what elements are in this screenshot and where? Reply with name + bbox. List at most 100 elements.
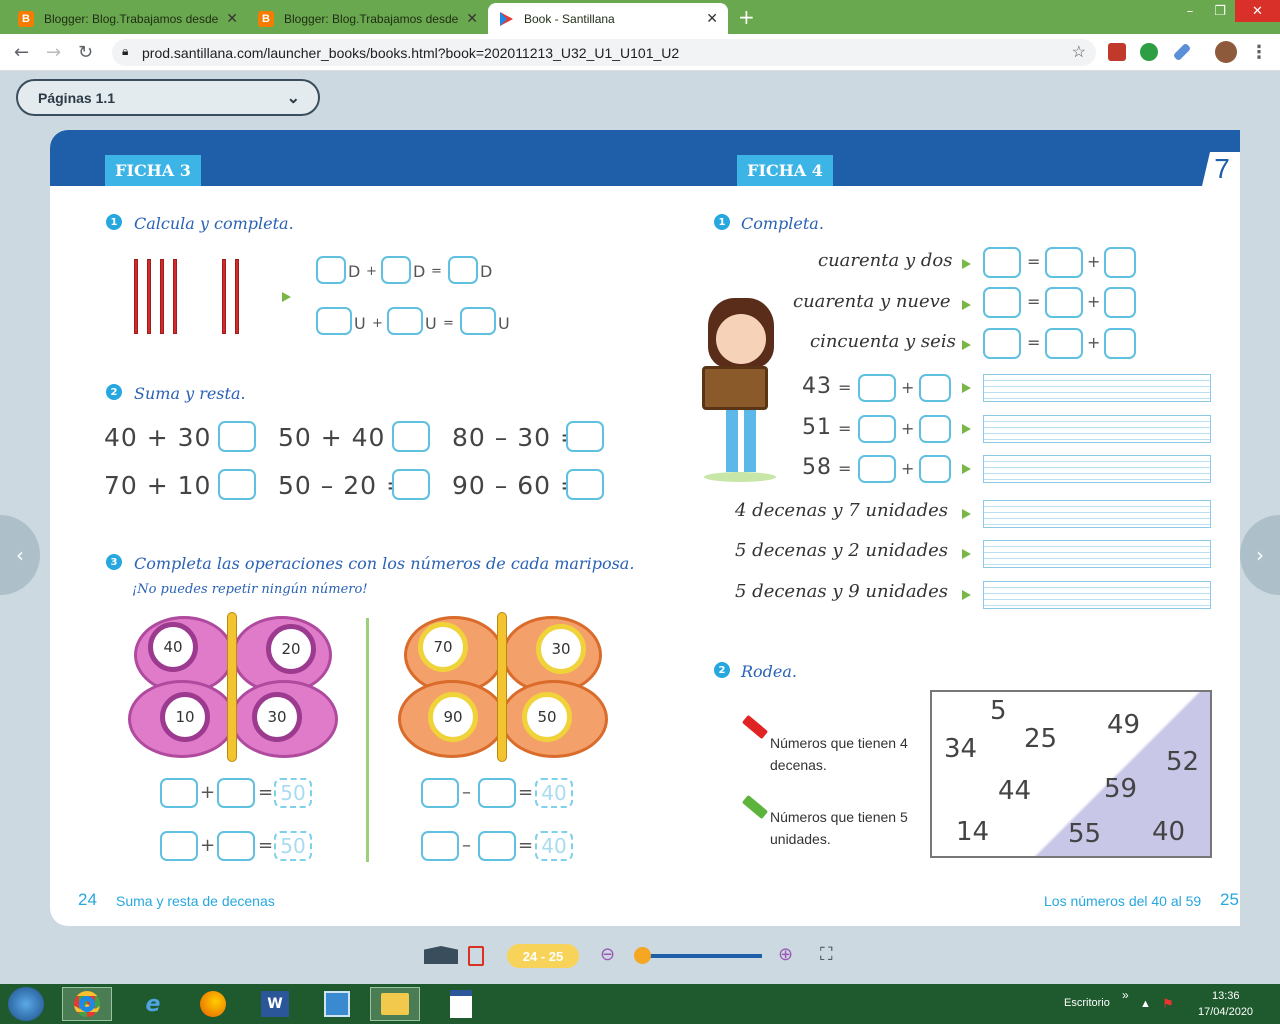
minimize-button[interactable]: –	[1175, 0, 1205, 22]
question-title: Completa las operaciones con los números…	[134, 554, 635, 573]
answer-box[interactable]	[160, 778, 198, 808]
book-view-icon[interactable]	[424, 946, 458, 964]
zoom-out-icon[interactable]: ⊖	[600, 944, 615, 965]
operation: 50 – 20 =	[278, 471, 408, 500]
tab-blogger-2[interactable]: B Blogger: Blog.Trabajamos desde ✕	[248, 3, 488, 34]
prev-page-arrow[interactable]: ‹	[0, 515, 40, 595]
answer-box[interactable]	[919, 455, 951, 483]
pdf-extension-icon[interactable]	[1108, 43, 1126, 61]
url-bar[interactable]: 🔒︎ prod.santillana.com/launcher_books/bo…	[112, 39, 1096, 66]
answer-box[interactable]	[460, 307, 496, 335]
answer-box[interactable]	[478, 778, 516, 808]
board-number[interactable]: 34	[944, 734, 977, 764]
writing-lines[interactable]	[983, 500, 1211, 528]
answer-box[interactable]	[1104, 328, 1136, 359]
new-tab-button[interactable]: +	[738, 5, 755, 29]
notes-taskbar-icon[interactable]	[312, 987, 362, 1021]
desktop-toolbar-label[interactable]: Escritorio	[1064, 997, 1110, 1009]
clock-date[interactable]: 17/04/2020	[1198, 1006, 1253, 1018]
answer-box[interactable]	[566, 421, 604, 452]
clock-time[interactable]: 13:36	[1212, 990, 1240, 1002]
answer-box[interactable]	[381, 256, 411, 284]
answer-box[interactable]	[421, 831, 459, 861]
start-button-icon[interactable]	[8, 987, 44, 1021]
pdf-icon[interactable]	[468, 946, 484, 966]
answer-box[interactable]	[983, 328, 1021, 359]
answer-box[interactable]	[858, 374, 896, 402]
close-tab-icon[interactable]: ✕	[466, 10, 478, 27]
zoom-in-icon[interactable]: ⊕	[778, 944, 793, 965]
answer-box[interactable]	[919, 374, 951, 402]
answer-box[interactable]	[448, 256, 478, 284]
answer-box[interactable]	[160, 831, 198, 861]
answer-box[interactable]	[1045, 287, 1083, 318]
board-number[interactable]: 5	[990, 696, 1007, 726]
board-number[interactable]: 14	[956, 817, 989, 847]
shield-extension-icon[interactable]	[1140, 43, 1158, 61]
close-window-button[interactable]: ✕	[1235, 0, 1280, 22]
page-range-badge[interactable]: 24 - 25	[507, 944, 579, 968]
answer-box[interactable]	[218, 469, 256, 500]
chrome-taskbar-icon[interactable]	[62, 987, 112, 1021]
zoom-slider-handle[interactable]	[634, 947, 652, 964]
board-number[interactable]: 59	[1104, 774, 1137, 804]
fullscreen-icon[interactable]: ⛶	[820, 944, 833, 965]
answer-box[interactable]	[1104, 247, 1136, 278]
board-number[interactable]: 49	[1107, 710, 1140, 740]
answer-box[interactable]	[478, 831, 516, 861]
board-number[interactable]: 40	[1152, 817, 1185, 847]
chevron-right-icon[interactable]: »	[1122, 988, 1129, 1002]
answer-box[interactable]	[387, 307, 423, 335]
answer-box[interactable]	[392, 469, 430, 500]
explorer-taskbar-icon[interactable]	[370, 987, 420, 1021]
writing-lines[interactable]	[983, 455, 1211, 483]
maximize-button[interactable]: ❐	[1205, 0, 1235, 22]
answer-box[interactable]	[858, 455, 896, 483]
answer-box[interactable]	[217, 831, 255, 861]
answer-box[interactable]	[316, 307, 352, 335]
reload-icon[interactable]: ↻	[78, 42, 93, 63]
forward-icon[interactable]: →	[46, 42, 61, 63]
back-icon[interactable]: ←	[14, 42, 29, 63]
answer-box[interactable]	[566, 469, 604, 500]
answer-box[interactable]	[217, 778, 255, 808]
answer-box[interactable]	[983, 287, 1021, 318]
answer-box[interactable]	[421, 778, 459, 808]
writing-lines[interactable]	[983, 581, 1211, 609]
writing-lines[interactable]	[983, 540, 1211, 568]
board-number[interactable]: 44	[998, 776, 1031, 806]
board-number[interactable]: 55	[1068, 819, 1101, 849]
board-number[interactable]: 52	[1166, 747, 1199, 777]
pen-extension-icon[interactable]	[1172, 42, 1192, 62]
close-tab-icon[interactable]: ✕	[706, 10, 718, 27]
tab-blogger-1[interactable]: B Blogger: Blog.Trabajamos desde ✕	[8, 3, 248, 34]
page-selector[interactable]: Páginas 1.1 ⌄	[16, 79, 320, 116]
answer-box[interactable]	[316, 256, 346, 284]
writing-lines[interactable]	[983, 415, 1211, 443]
menu-kebab-icon[interactable]: ⋮	[1250, 42, 1268, 63]
tray-up-arrow-icon[interactable]: ▲	[1140, 998, 1151, 1010]
close-tab-icon[interactable]: ✕	[226, 10, 238, 27]
firefox-taskbar-icon[interactable]	[188, 987, 238, 1021]
document-taskbar-icon[interactable]	[436, 987, 486, 1021]
board-number[interactable]: 25	[1024, 724, 1057, 754]
answer-box[interactable]	[858, 415, 896, 443]
question-title: Calcula y completa.	[134, 214, 294, 233]
answer-box[interactable]	[218, 421, 256, 452]
tab-santillana[interactable]: Book - Santillana ✕	[488, 3, 728, 34]
answer-box[interactable]	[919, 415, 951, 443]
ie-taskbar-icon[interactable]: e	[128, 987, 178, 1021]
writing-lines[interactable]	[983, 374, 1211, 402]
bookmark-star-icon[interactable]: ☆	[1072, 42, 1086, 62]
avatar[interactable]	[1215, 41, 1237, 63]
next-page-arrow[interactable]: ›	[1240, 515, 1280, 595]
word-taskbar-icon[interactable]: W	[250, 987, 300, 1021]
target-number: 50	[274, 778, 312, 808]
flag-alert-icon[interactable]: ⚑	[1162, 996, 1174, 1012]
answer-box[interactable]	[983, 247, 1021, 278]
answer-box[interactable]	[1045, 328, 1083, 359]
answer-box[interactable]	[1104, 287, 1136, 318]
answer-box[interactable]	[392, 421, 430, 452]
zoom-slider[interactable]	[634, 947, 762, 964]
answer-box[interactable]	[1045, 247, 1083, 278]
